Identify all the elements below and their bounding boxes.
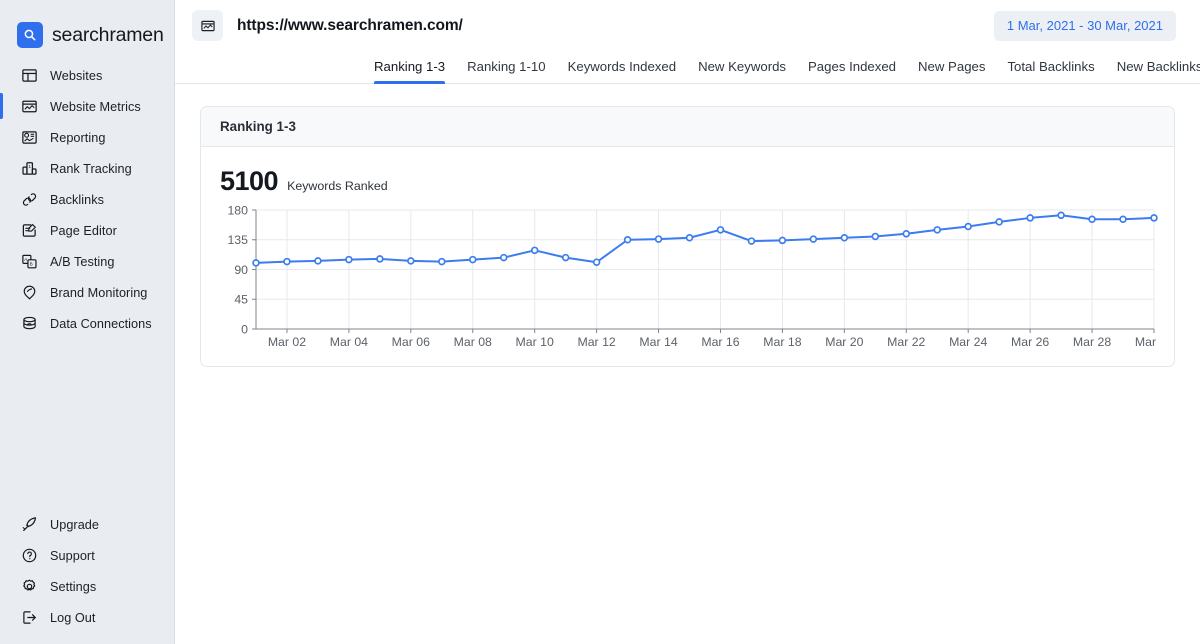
svg-text:180: 180 [227,206,248,217]
tab-new-keywords[interactable]: New Keywords [698,59,786,83]
tab-ranking-1-10[interactable]: Ranking 1-10 [467,59,545,83]
topbar: https://www.searchramen.com/ 1 Mar, 2021… [175,0,1200,51]
metric-tabs: Ranking 1-3 Ranking 1-10 Keywords Indexe… [175,51,1200,84]
sidebar-item-label: Page Editor [50,223,117,238]
link-chain-icon [20,190,39,209]
svg-text:Mar 12: Mar 12 [577,335,615,349]
svg-text:135: 135 [227,233,248,247]
svg-text:Mar 26: Mar 26 [1011,335,1049,349]
brand-logo[interactable]: searchramen [0,0,174,52]
card-body: 5100 Keywords Ranked 0 45 90 135 180 Mar 02 Ma… [201,147,1174,366]
svg-text:Mar 22: Mar 22 [887,335,925,349]
report-clock-icon [20,128,39,147]
sidebar-item-label: Support [50,548,95,563]
tab-new-backlinks[interactable]: New Backlinks [1117,59,1200,83]
svg-text:45: 45 [234,293,248,307]
sidebar-item-label: Settings [50,579,97,594]
sidebar-item-label: Reporting [50,130,106,145]
logout-icon [20,608,39,627]
sidebar-item-support[interactable]: Support [0,540,174,571]
tab-ranking-1-3[interactable]: Ranking 1-3 [374,59,446,84]
sidebar-item-brand-monitoring[interactable]: Brand Monitoring [0,277,174,308]
kpi-value: 5100 [220,166,279,196]
sidebar-item-label: Rank Tracking [50,161,132,176]
sidebar-item-log-out[interactable]: Log Out [0,602,174,633]
svg-text:Mar 02: Mar 02 [268,335,306,349]
tab-total-backlinks[interactable]: Total Backlinks [1007,59,1094,83]
line-chart: 0 45 90 135 180 Mar 02 Mar 04 Mar 06 Mar 08 Mar 1… [220,206,1174,356]
sidebar-item-upgrade[interactable]: Upgrade [0,509,174,540]
svg-text:Mar 30: Mar 30 [1135,335,1160,349]
sidebar-item-label: Data Connections [50,316,152,331]
svg-text:Mar 08: Mar 08 [454,335,492,349]
kpi: 5100 Keywords Ranked [220,166,1174,197]
chart-box-icon [192,10,223,41]
svg-text:Mar 24: Mar 24 [949,335,987,349]
sidebar-bottom-nav: Upgrade Support Settings Log Out [0,509,174,644]
svg-text:Mar 06: Mar 06 [392,335,430,349]
svg-text:0: 0 [241,322,248,336]
tab-keywords-indexed[interactable]: Keywords Indexed [568,59,677,83]
search-icon [17,22,43,48]
sidebar-item-settings[interactable]: Settings [0,571,174,602]
sidebar-item-websites[interactable]: Websites [0,60,174,91]
metric-card: Ranking 1-3 5100 Keywords Ranked 0 45 90 13… [200,106,1175,367]
content-area: Ranking 1-3 5100 Keywords Ranked 0 45 90 13… [175,84,1200,367]
tab-pages-indexed[interactable]: Pages Indexed [808,59,896,83]
svg-text:B: B [30,261,33,266]
ab-split-icon: A B [20,252,39,271]
brand-name: searchramen [52,23,164,46]
svg-text:Mar 04: Mar 04 [330,335,368,349]
date-range-picker[interactable]: 1 Mar, 2021 - 30 Mar, 2021 [993,10,1176,41]
svg-text:90: 90 [234,263,248,277]
sidebar-item-ab-testing[interactable]: A B A/B Testing [0,246,174,277]
sidebar-item-label: Websites [50,68,103,83]
svg-text:Mar 28: Mar 28 [1073,335,1111,349]
svg-text:Mar 10: Mar 10 [516,335,554,349]
main-area: https://www.searchramen.com/ 1 Mar, 2021… [175,0,1200,644]
svg-text:Mar 20: Mar 20 [825,335,863,349]
gear-icon [20,577,39,596]
card-header: Ranking 1-3 [201,107,1174,147]
sidebar-item-label: Website Metrics [50,99,141,114]
sidebar-item-reporting[interactable]: Reporting [0,122,174,153]
sidebar-item-label: Upgrade [50,517,100,532]
svg-text:1: 1 [28,164,31,170]
svg-text:Mar 16: Mar 16 [701,335,739,349]
sidebar-nav: Websites Website Metrics Reporting 1 Ran… [0,60,174,339]
svg-text:Mar 14: Mar 14 [639,335,677,349]
sidebar: searchramen Websites Website Metrics Rep… [0,0,175,644]
sidebar-item-label: Brand Monitoring [50,285,148,300]
chart-box-icon [20,97,39,116]
sidebar-item-rank-tracking[interactable]: 1 Rank Tracking [0,153,174,184]
table-layout-icon [20,66,39,85]
sidebar-item-label: Backlinks [50,192,105,207]
sidebar-item-label: A/B Testing [50,254,115,269]
podium-icon: 1 [20,159,39,178]
sidebar-item-data-connections[interactable]: Data Connections [0,308,174,339]
rocket-icon [20,515,39,534]
card-title: Ranking 1-3 [220,119,296,134]
database-sync-icon [20,314,39,333]
ranking-line-chart: 0 45 90 135 180 Mar 02 Mar 04 Mar 06 Mar 08 Mar 1… [227,206,1160,349]
site-url: https://www.searchramen.com/ [237,16,463,34]
sidebar-item-page-editor[interactable]: Page Editor [0,215,174,246]
sidebar-item-label: Log Out [50,610,96,625]
sidebar-item-website-metrics[interactable]: Website Metrics [0,91,174,122]
kpi-label: Keywords Ranked [287,179,388,193]
app-root: searchramen Websites Website Metrics Rep… [0,0,1200,644]
sidebar-item-backlinks[interactable]: Backlinks [0,184,174,215]
tab-new-pages[interactable]: New Pages [918,59,985,83]
question-circle-icon [20,546,39,565]
document-pencil-icon [20,221,39,240]
brand-shield-icon [20,283,39,302]
svg-text:Mar 18: Mar 18 [763,335,801,349]
